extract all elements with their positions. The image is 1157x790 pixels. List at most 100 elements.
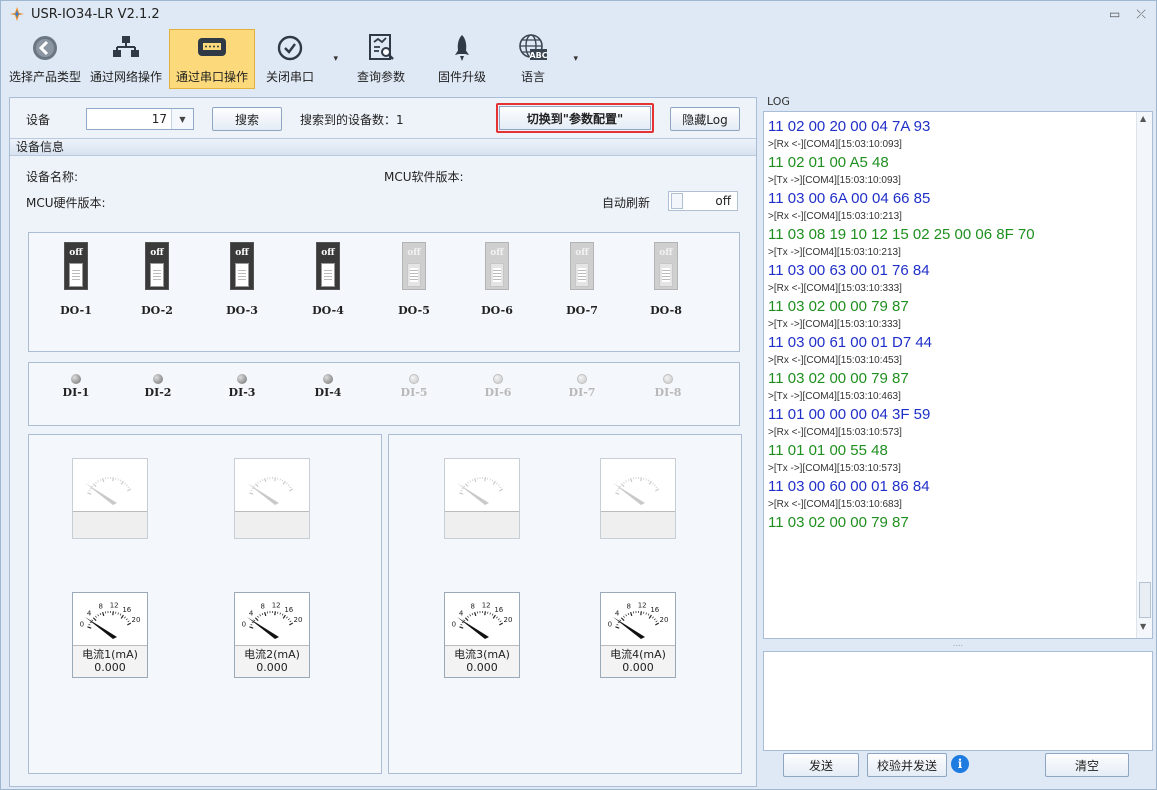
log-meta-line: >[Rx <-][COM4][15:03:10:683]	[768, 499, 902, 510]
digital-input-1: DI-1	[54, 374, 98, 399]
input-led-icon	[237, 374, 247, 384]
toolbar-label: 通过串口操作	[175, 70, 248, 84]
network-operation-button[interactable]: 通过网络操作	[83, 29, 169, 89]
back-circle-icon	[29, 31, 61, 65]
digital-input-6: DI-6	[476, 374, 520, 399]
rocket-icon	[446, 31, 478, 65]
output-toggle-switch[interactable]: off	[316, 242, 340, 290]
log-data-line: 11 03 02 00 00 79 87	[768, 370, 909, 387]
current-meter-3: 0 4 8 12 16 20 电流3(mA) 0.000	[444, 592, 520, 678]
digital-output-6: off DO-6	[477, 242, 517, 317]
toolbar-label: 选择产品类型	[8, 70, 81, 84]
meter-caption	[235, 511, 309, 538]
input-name-label: DI-4	[314, 386, 342, 399]
meter-caption	[601, 511, 675, 538]
output-name-label: DO-6	[481, 304, 513, 317]
close-serial-button[interactable]: 关闭串口 ▾	[255, 29, 338, 89]
svg-text:8: 8	[260, 602, 264, 610]
hide-log-button[interactable]: 隐藏Log	[670, 107, 740, 131]
send-input[interactable]	[763, 651, 1153, 751]
analog-meter-disabled	[72, 458, 148, 539]
select-product-type-button[interactable]: 选择产品类型	[7, 29, 83, 89]
scrollbar-thumb[interactable]	[1139, 582, 1151, 618]
app-logo-icon	[10, 7, 24, 21]
digital-outputs-group	[28, 232, 740, 352]
output-state-label: off	[407, 248, 421, 258]
output-toggle-switch[interactable]: off	[64, 242, 88, 290]
close-button[interactable]: ⤫	[1136, 7, 1146, 22]
firmware-upgrade-button[interactable]: 固件升级	[423, 29, 501, 89]
serial-operation-button[interactable]: 通过串口操作	[169, 29, 255, 89]
log-splitter[interactable]: ....	[763, 639, 1153, 651]
meter-label: 电流3(mA)	[454, 648, 510, 661]
svg-text:8: 8	[470, 602, 474, 610]
log-data-line: 11 02 01 00 A5 48	[768, 154, 889, 171]
output-name-label: DO-2	[141, 304, 173, 317]
log-data-line: 11 03 02 00 00 79 87	[768, 298, 909, 315]
digital-input-4: DI-4	[306, 374, 350, 399]
output-state-label: off	[659, 248, 673, 258]
output-state-label: off	[490, 248, 504, 258]
search-button[interactable]: 搜索	[212, 107, 282, 131]
output-state-label: off	[69, 248, 83, 258]
output-toggle-switch: off	[485, 242, 509, 290]
scroll-down-icon[interactable]: ▼	[1140, 622, 1146, 631]
svg-text:4: 4	[615, 609, 620, 617]
svg-text:12: 12	[482, 601, 491, 609]
meter-value: 0.000	[466, 661, 498, 674]
digital-output-2[interactable]: off DO-2	[137, 242, 177, 317]
log-output[interactable]: 11 02 00 20 00 04 7A 93 >[Rx <-][COM4][15…	[763, 111, 1153, 639]
auto-refresh-toggle[interactable]: off	[668, 191, 738, 211]
chevron-down-icon[interactable]: ▾	[573, 54, 578, 64]
svg-text:4: 4	[459, 609, 464, 617]
log-data-line: 11 03 00 60 00 01 86 84	[768, 478, 930, 495]
checksum-send-button[interactable]: 校验并发送	[867, 753, 947, 777]
clear-button[interactable]: 清空	[1045, 753, 1129, 777]
switch-to-param-config-button[interactable]: 切换到"参数配置"	[496, 103, 654, 133]
output-name-label: DO-5	[398, 304, 430, 317]
info-icon[interactable]: i	[951, 755, 969, 773]
log-data-line: 11 01 01 00 55 48	[768, 442, 888, 459]
switch-slot	[407, 263, 421, 287]
digital-output-1[interactable]: off DO-1	[56, 242, 96, 317]
svg-text:ABC: ABC	[529, 51, 547, 60]
analog-meter-disabled	[444, 458, 520, 539]
output-toggle-switch[interactable]: off	[145, 242, 169, 290]
svg-text:8: 8	[98, 602, 102, 610]
device-select-value: 17	[151, 112, 167, 126]
log-scrollbar[interactable]: ▲ ▼	[1136, 112, 1152, 638]
meter-caption	[73, 511, 147, 538]
svg-text:20: 20	[660, 616, 669, 624]
svg-text:12: 12	[638, 601, 647, 609]
globe-abc-icon: ABC	[517, 31, 549, 65]
chevron-down-icon[interactable]: ▾	[333, 54, 338, 64]
network-icon	[110, 31, 142, 65]
device-panel: 设备 17 ▼ 搜索 搜索到的设备数：1 切换到"参数配置" 隐藏Log 设备信…	[9, 97, 757, 787]
minimize-button[interactable]: ▭	[1109, 7, 1120, 22]
language-button[interactable]: ABC 语言 ▾	[501, 29, 578, 89]
device-info-header: 设备信息	[10, 138, 756, 156]
app-window: USR-IO34-LR V2.1.2 ▭ ⤫ 选择产品类型 通过网络操作 通过串…	[0, 0, 1157, 790]
output-name-label: DO-8	[650, 304, 682, 317]
svg-text:4: 4	[249, 609, 254, 617]
digital-output-4[interactable]: off DO-4	[308, 242, 348, 317]
window-title: USR-IO34-LR V2.1.2	[31, 6, 160, 22]
device-select[interactable]: 17 ▼	[86, 108, 194, 130]
auto-refresh-label: 自动刷新	[602, 196, 651, 210]
switch-slot	[321, 263, 335, 287]
output-toggle-switch[interactable]: off	[230, 242, 254, 290]
switch-slot	[659, 263, 673, 287]
query-params-icon	[365, 31, 397, 65]
send-button[interactable]: 发送	[783, 753, 859, 777]
digital-output-3[interactable]: off DO-3	[222, 242, 262, 317]
query-params-button[interactable]: 查询参数	[339, 29, 423, 89]
log-data-line: 11 03 00 63 00 01 76 84	[768, 262, 930, 279]
current-meter-4: 0 4 8 12 16 20 电流4(mA) 0.000	[600, 592, 676, 678]
digital-output-8: off DO-8	[646, 242, 686, 317]
chevron-down-icon[interactable]: ▼	[171, 109, 193, 129]
svg-text:0: 0	[80, 621, 84, 629]
meter-face: 0 4 8 12 16 20	[601, 593, 675, 645]
input-led-icon	[493, 374, 503, 384]
scroll-up-icon[interactable]: ▲	[1140, 114, 1146, 123]
output-name-label: DO-4	[312, 304, 344, 317]
